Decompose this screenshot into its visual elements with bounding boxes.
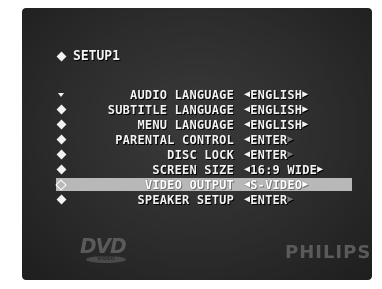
tv-screen: SETUP1 AUDIO LANGUAGE ◀ ENGLISH ▶ SUBTITLE… xyxy=(22,8,372,280)
menu-item-disc-lock[interactable]: DISC LOCK ◀ ENTER ▶ xyxy=(56,147,352,162)
diamond-icon xyxy=(56,104,66,115)
diamond-icon xyxy=(56,194,66,205)
diamond-icon xyxy=(56,164,66,175)
menu-item-label: DISC LOCK xyxy=(167,147,234,162)
menu-title-text: SETUP1 xyxy=(73,49,120,64)
menu-item-value: ◀ 16:9 WIDE ▶ xyxy=(244,162,324,177)
menu-item-label: MENU LANGUAGE xyxy=(137,117,234,132)
menu-item-label: SUBTITLE LANGUAGE xyxy=(107,102,234,117)
menu-item-audio-language[interactable]: AUDIO LANGUAGE ◀ ENGLISH ▶ xyxy=(56,87,352,102)
menu-item-video-output[interactable]: VIDEO OUTPUT ◀ S-VIDEO ▶ xyxy=(55,177,352,192)
menu-item-parental-control[interactable]: PARENTAL CONTROL ◀ ENTER ▶ xyxy=(56,132,352,147)
menu-item-label: SPEAKER SETUP xyxy=(137,192,234,207)
diamond-icon xyxy=(56,51,67,62)
menu-item-subtitle-language[interactable]: SUBTITLE LANGUAGE ◀ ENGLISH ▶ xyxy=(56,102,352,117)
menu-item-value: ◀ ENGLISH ▶ xyxy=(244,87,309,102)
outline-diamond-icon xyxy=(55,178,67,191)
menu-item-value: ◀ ENTER ▶ xyxy=(244,147,294,162)
menu-item-label: VIDEO OUTPUT xyxy=(144,177,234,192)
diamond-icon xyxy=(56,119,66,130)
dvd-logo-text: DVD xyxy=(80,234,127,258)
menu-item-label: AUDIO LANGUAGE xyxy=(130,87,234,102)
brand-logo: PHILIPS xyxy=(285,242,372,263)
menu-item-screen-size[interactable]: SCREEN SIZE ◀ 16:9 WIDE ▶ xyxy=(56,162,352,177)
menu-item-value: ◀ ENGLISH ▶ xyxy=(244,102,309,117)
diamond-icon xyxy=(56,134,66,145)
menu-item-speaker-setup[interactable]: SPEAKER SETUP ◀ ENTER ▶ xyxy=(56,192,352,207)
dvd-logo: DVD VIDEO xyxy=(80,236,146,266)
menu-item-label: SCREEN SIZE xyxy=(152,162,234,177)
menu-item-value: ◀ S-VIDEO ▶ xyxy=(244,177,309,192)
menu-item-menu-language[interactable]: MENU LANGUAGE ◀ ENGLISH ▶ xyxy=(56,117,352,132)
menu-item-value: ◀ ENGLISH ▶ xyxy=(244,117,309,132)
menu-title: SETUP1 xyxy=(56,49,120,64)
menu-item-value: ◀ ENTER ▶ xyxy=(244,192,294,207)
diamond-icon xyxy=(56,149,66,160)
menu-item-value: ◀ ENTER ▶ xyxy=(244,132,294,147)
down-arrow-icon xyxy=(56,92,66,97)
menu-item-label: PARENTAL CONTROL xyxy=(115,132,234,147)
